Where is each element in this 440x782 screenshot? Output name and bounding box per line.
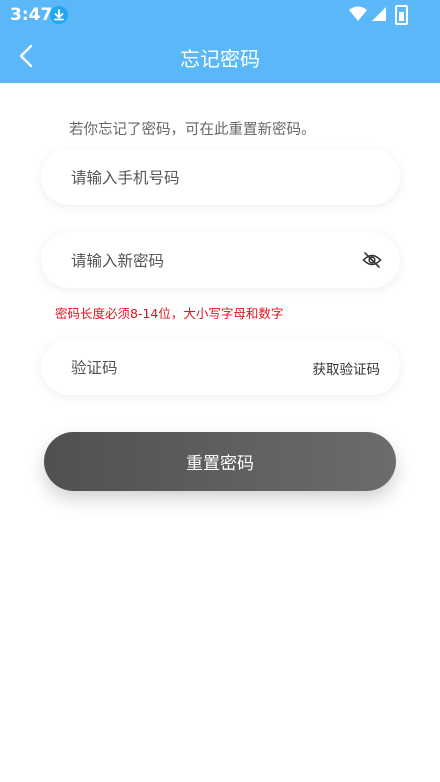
wifi-icon <box>349 6 367 21</box>
phone-input[interactable] <box>69 149 323 207</box>
verification-code-input[interactable] <box>69 339 273 397</box>
battery-icon <box>395 5 408 25</box>
phone-field-container <box>41 149 400 207</box>
page-title: 忘记密码 <box>180 47 260 71</box>
reset-hint: 若你忘记了密码，可在此重置新密码。 <box>69 122 316 138</box>
signal-icon <box>372 7 386 21</box>
password-field-container <box>41 232 400 290</box>
new-password-input[interactable] <box>69 232 323 290</box>
password-visibility-toggle[interactable] <box>362 251 382 269</box>
reset-password-button[interactable]: 重置密码 <box>44 432 396 491</box>
get-code-button[interactable]: 获取验证码 <box>313 358 381 378</box>
download-icon <box>50 6 68 24</box>
header-bar: 3:47 忘记密码 <box>0 0 440 83</box>
code-field-container: 获取验证码 <box>41 339 400 397</box>
eye-off-icon <box>362 252 382 268</box>
password-rule-text: 密码长度必须8-14位，大小写字母和数字 <box>55 306 284 321</box>
network-icons <box>349 6 386 21</box>
status-time: 3:47 <box>10 5 53 25</box>
